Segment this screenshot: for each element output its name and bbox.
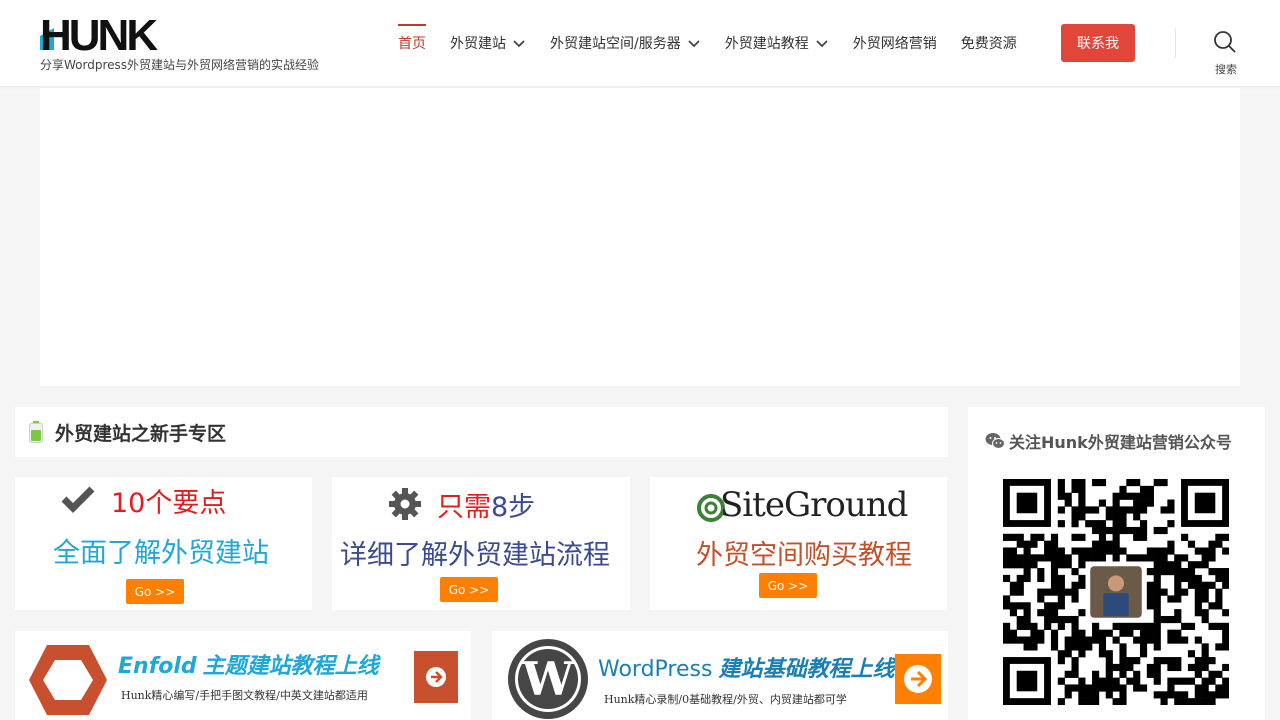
card-title: 10个要点 — [111, 488, 227, 519]
chevron-down-icon — [816, 40, 828, 48]
banner-subtitle: Hunk精心录制/0基础教程/外贸、内贸建站都可学 — [604, 693, 847, 706]
svg-text:W: W — [521, 652, 575, 706]
header-divider — [1175, 28, 1176, 58]
svg-text:HUNK: HUNK — [40, 14, 158, 54]
chevron-down-icon — [688, 40, 700, 48]
banner-title: WordPress 建站基础教程上线 — [598, 657, 895, 682]
qr-code — [1003, 479, 1229, 705]
arrow-right-icon — [426, 667, 446, 687]
go-button[interactable]: Go >> — [759, 573, 817, 598]
chevron-down-icon — [513, 40, 525, 48]
card-8-steps[interactable]: 只需8步 详细了解外贸建站流程 Go >> — [332, 477, 630, 610]
wordpress-logo-icon: W — [508, 639, 588, 719]
nav-hosting[interactable]: 外贸建站空间/服务器 — [550, 24, 701, 62]
ad-placeholder — [40, 88, 1240, 386]
sidebar-title: 关注Hunk外贸建站营销公众号 — [985, 429, 1232, 453]
nav-home[interactable]: 首页 — [398, 24, 426, 62]
wechat-icon — [985, 433, 1005, 449]
hexagon-logo-icon — [29, 645, 107, 715]
site-header: HUNK 分享Wordpress外贸建站与外贸网络营销的实战经验 首页 外贸建站… — [0, 0, 1280, 86]
arrow-button[interactable] — [895, 654, 941, 704]
card-siteground[interactable]: SiteGround 外贸空间购买教程 Go >> — [650, 477, 947, 610]
arrow-button[interactable] — [414, 651, 458, 703]
section-heading: 外贸建站之新手专区 — [15, 407, 948, 457]
avatar — [1090, 566, 1142, 618]
go-button[interactable]: Go >> — [126, 579, 184, 604]
enfold-banner[interactable]: Enfold 主题建站教程上线 Hunk精心编写/手把手图文教程/中英文建站都适用 — [15, 631, 471, 720]
site-logo[interactable]: HUNK — [40, 14, 170, 54]
banner-title: Enfold 主题建站教程上线 — [118, 654, 379, 679]
arrow-right-icon — [904, 665, 932, 693]
gear-icon — [389, 488, 421, 520]
card-subtitle: 外贸空间购买教程 — [696, 540, 912, 571]
nav-foreign-trade-site[interactable]: 外贸建站 — [450, 24, 526, 62]
site-tagline: 分享Wordpress外贸建站与外贸网络营销的实战经验 — [40, 58, 320, 72]
card-10-points[interactable]: 10个要点 全面了解外贸建站 Go >> — [15, 477, 312, 610]
nav-marketing[interactable]: 外贸网络营销 — [853, 24, 937, 62]
search-icon[interactable] — [1213, 30, 1237, 54]
check-icon — [61, 486, 95, 513]
card-subtitle: 详细了解外贸建站流程 — [340, 540, 610, 571]
nav-free-resources[interactable]: 免费资源 — [961, 24, 1017, 62]
siteground-brand: SiteGround — [720, 485, 908, 525]
card-title: 只需8步 — [437, 492, 536, 523]
wordpress-banner[interactable]: W WordPress 建站基础教程上线 Hunk精心录制/0基础教程/外贸、内贸… — [492, 631, 948, 720]
banner-subtitle: Hunk精心编写/手把手图文教程/中英文建站都适用 — [121, 689, 368, 702]
contact-button[interactable]: 联系我 — [1061, 24, 1135, 62]
card-subtitle: 全面了解外贸建站 — [53, 538, 269, 569]
search-label[interactable]: 搜索 — [1215, 61, 1237, 77]
go-button[interactable]: Go >> — [440, 577, 498, 602]
main-nav: 首页 外贸建站 外贸建站空间/服务器 外贸建站教程 外贸网络营销 免费资源 — [398, 24, 1041, 62]
battery-icon — [29, 421, 43, 443]
nav-tutorials[interactable]: 外贸建站教程 — [725, 24, 829, 62]
section-title: 外贸建站之新手专区 — [55, 422, 227, 445]
sidebar-widget: 关注Hunk外贸建站营销公众号 — [968, 407, 1265, 720]
